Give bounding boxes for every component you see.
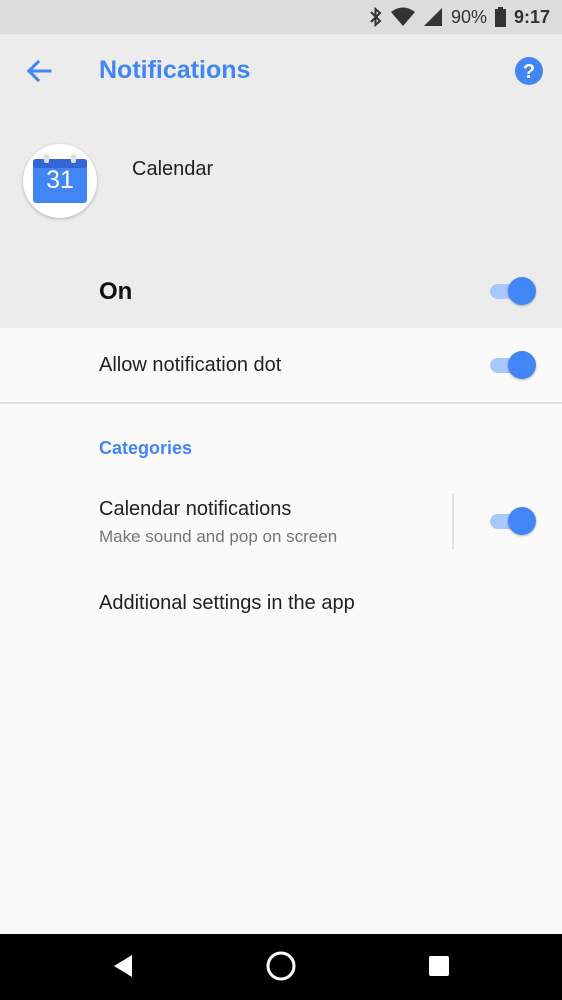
nav-recents-icon [428,955,450,982]
status-bar: 90% 9:17 [0,0,562,34]
master-toggle-row[interactable]: On [0,256,562,328]
app-icon: 31 [23,144,97,218]
app-name: Calendar [132,158,214,180]
section-divider [0,402,562,404]
toggle-thumb [508,507,536,535]
page-title: Notifications [99,56,251,84]
svg-text:?: ? [523,61,535,83]
calendar-icon-number: 31 [46,166,74,194]
arrow-back-icon [26,59,52,88]
vertical-divider [452,493,454,549]
toolbar: Notifications ? [0,34,562,112]
categories-header: Categories [99,438,193,458]
notification-dot-switch[interactable] [488,350,538,380]
calendar-notifications-switch[interactable] [488,506,538,536]
back-button[interactable] [18,52,60,94]
master-toggle-switch[interactable] [488,276,538,306]
clock: 9:17 [513,6,550,27]
calendar-notifications-title: Calendar notifications [99,498,292,520]
app-header: Notifications ? 31 Calendar On [0,34,562,328]
toggle-thumb [508,351,536,379]
nav-recents-button[interactable] [419,948,459,988]
master-toggle-label: On [99,278,133,305]
toggle-thumb [508,277,536,305]
calendar-notifications-subtitle: Make sound and pop on screen [99,527,338,546]
additional-settings-row[interactable]: Additional settings in the app [0,572,562,636]
signal-icon [423,7,443,27]
calendar-notifications-row: Calendar notifications Make sound and po… [0,484,562,560]
bluetooth-icon [369,7,383,27]
battery-percent: 90% [450,6,487,27]
nav-back-button[interactable] [103,948,143,988]
help-icon: ? [514,56,544,91]
nav-home-icon [265,950,297,987]
notification-dot-label: Allow notification dot [99,354,282,376]
wifi-icon [390,7,415,27]
navigation-bar [0,934,562,1000]
nav-back-icon [112,954,134,983]
additional-settings-label: Additional settings in the app [99,592,355,614]
notification-dot-row[interactable]: Allow notification dot [0,328,562,402]
help-button[interactable]: ? [512,56,546,90]
calendar-notifications-item[interactable]: Calendar notifications Make sound and po… [0,484,452,560]
battery-icon [494,7,506,27]
nav-home-button[interactable] [261,948,301,988]
